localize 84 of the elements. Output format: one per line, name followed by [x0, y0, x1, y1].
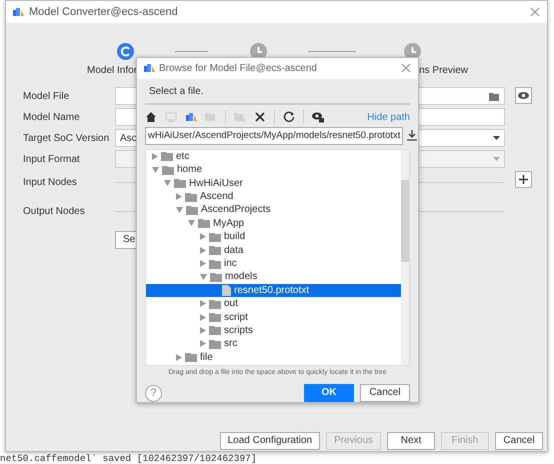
collapse-arrow-icon[interactable] [200, 274, 207, 280]
collapse-arrow-icon[interactable] [152, 166, 159, 173]
expand-arrow-icon[interactable] [200, 300, 206, 308]
tree-item[interactable]: HwHiAiUser [146, 176, 401, 190]
caret-icon [493, 136, 500, 140]
tree-item[interactable]: src [146, 337, 401, 351]
expand-arrow-icon[interactable] [200, 246, 206, 254]
tree-item[interactable]: models [146, 270, 401, 284]
field-label: Target SoC Version [23, 132, 110, 146]
close-icon[interactable] [400, 62, 412, 74]
prompt-text: Select a file. [149, 86, 204, 97]
window-title: Model Converter@ecs-ascend [29, 4, 178, 20]
folder-icon[interactable] [489, 92, 500, 100]
eye-lock-icon[interactable] [312, 111, 324, 124]
step-connector [175, 51, 208, 52]
tree-item[interactable]: resnet50.prototxt [146, 284, 401, 298]
folder-icon [186, 204, 198, 215]
caret-icon [493, 157, 500, 161]
tree-item[interactable]: build [146, 230, 401, 244]
tree-item[interactable]: inc [146, 256, 401, 270]
app-logo-icon [143, 62, 156, 74]
footer-button[interactable]: Next [387, 432, 435, 450]
field-label: Output Nodes [23, 204, 86, 218]
collapse-arrow-icon[interactable] [164, 180, 171, 186]
field-label: Input Format [23, 152, 81, 166]
expand-arrow-icon[interactable] [152, 152, 158, 160]
dialog-title: Browse for Model File@ecs-ascend [159, 62, 317, 76]
expand-arrow-icon[interactable] [200, 260, 206, 268]
expand-arrow-icon[interactable] [200, 340, 206, 348]
tree-item[interactable]: out [146, 297, 401, 310]
scrollbar[interactable] [401, 150, 409, 364]
tree-item[interactable]: scripts [146, 324, 401, 338]
folder-icon [162, 164, 174, 175]
dialog-button[interactable]: Cancel [360, 384, 410, 402]
expand-arrow-icon[interactable] [176, 354, 182, 361]
tree-item[interactable]: data [146, 243, 401, 257]
step-connector [308, 51, 356, 52]
folder-icon [209, 325, 221, 336]
folder-icon [209, 232, 221, 242]
help-button[interactable]: ? [145, 384, 162, 402]
field-label: Model File [23, 90, 70, 104]
folder-icon [161, 151, 173, 162]
refresh-icon[interactable] [283, 111, 295, 124]
tree-item[interactable]: MyApp [146, 216, 401, 230]
file-icon [222, 284, 231, 296]
tree-item[interactable]: AscendProjects [146, 203, 401, 217]
tree-item[interactable]: script [146, 310, 401, 324]
field-label: Model Name [23, 110, 81, 124]
preview-button[interactable] [515, 87, 532, 104]
add-button[interactable] [515, 171, 532, 188]
step-label: Model Infor [87, 65, 138, 76]
collapse-arrow-icon[interactable] [188, 220, 195, 226]
folder-icon [185, 352, 197, 362]
expand-arrow-icon[interactable] [176, 193, 182, 200]
tree-item[interactable]: home [146, 163, 401, 176]
tree-item[interactable]: file [146, 350, 401, 364]
folder-icon [174, 178, 186, 188]
console-text: net50.caffemodel` saved [102462397/102462397] [0, 454, 257, 464]
delete-icon[interactable] [254, 111, 266, 124]
collapse-arrow-icon[interactable] [176, 206, 183, 213]
folder-icon [209, 312, 221, 322]
path-field[interactable]: ᴡHiAiUser/AscendProjects/MyApp/models/resnet50.prototxt [145, 126, 404, 145]
app-logo-icon [12, 6, 25, 18]
footer-button[interactable]: Load Configuration [220, 432, 320, 450]
expand-arrow-icon[interactable] [200, 233, 206, 240]
folder-icon [209, 258, 221, 269]
download-icon[interactable] [407, 130, 418, 142]
folder-icon [185, 192, 197, 202]
footer-button[interactable]: Cancel [495, 432, 543, 450]
field-label: Input Nodes [23, 176, 78, 190]
cloud-logo-icon[interactable] [185, 111, 197, 124]
plus-icon [519, 175, 528, 184]
eye-icon [518, 92, 529, 99]
folder-icon [209, 245, 221, 256]
expand-arrow-icon[interactable] [200, 314, 206, 321]
tree-item[interactable]: etc [146, 150, 401, 164]
tree-item[interactable]: Ascend [146, 190, 401, 204]
home-icon[interactable] [145, 111, 157, 124]
dialog-button[interactable]: OK [304, 384, 354, 402]
folder-icon [209, 338, 221, 349]
folder-icon [198, 218, 210, 228]
expand-arrow-icon[interactable] [200, 326, 206, 334]
step-label: ns Preview [419, 65, 468, 76]
close-icon[interactable] [529, 6, 541, 18]
